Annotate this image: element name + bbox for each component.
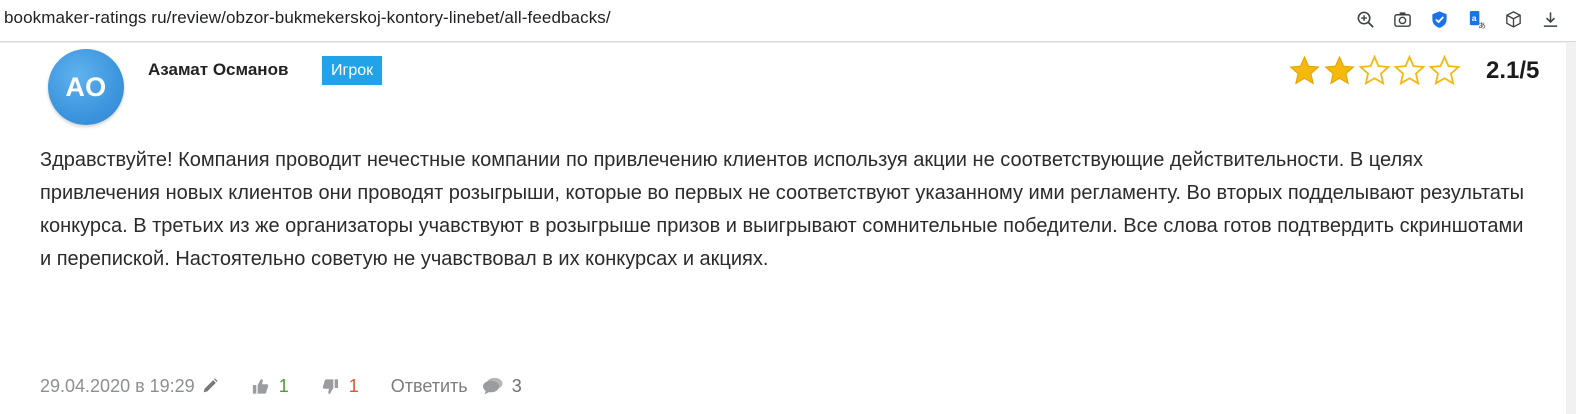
shield-icon[interactable] [1427, 7, 1451, 31]
zoom-icon[interactable] [1353, 7, 1377, 31]
thumbs-up-icon [252, 378, 268, 394]
download-icon[interactable] [1538, 7, 1562, 31]
thumbs-down-icon [322, 378, 338, 394]
translate-icon[interactable]: aあ [1464, 7, 1488, 31]
url-text[interactable]: bookmaker-ratings ru/review/obzor-bukmek… [4, 8, 611, 28]
star-empty-icon [1428, 55, 1461, 86]
comments-counter[interactable]: 3 [482, 376, 522, 397]
review-card: АО Азамат Османов Игрок 2.1/5 Здравствуй… [0, 43, 1566, 414]
dislike-button[interactable]: 1 [321, 376, 359, 397]
review-date: 29.04.2020 в 19:29 [40, 375, 195, 396]
rating-stars [1288, 55, 1461, 86]
review-footer: 29.04.2020 в 19:29 1 1 Ответить 3 [40, 373, 522, 399]
pencil-icon[interactable] [201, 377, 219, 395]
star-filled-icon [1288, 55, 1321, 86]
review-text: Здравствуйте! Компания проводит нечестны… [40, 149, 1524, 270]
reply-link[interactable]: Ответить [391, 376, 468, 397]
svg-text:あ: あ [1478, 21, 1486, 29]
likes-count: 1 [278, 375, 289, 396]
role-badge: Игрок [322, 56, 383, 85]
browser-address-bar: bookmaker-ratings ru/review/obzor-bukmek… [0, 0, 1576, 42]
box-icon[interactable] [1501, 7, 1525, 31]
comments-count: 3 [511, 375, 522, 396]
svg-text:a: a [1471, 12, 1476, 22]
browser-toolbar: aあ [1353, 7, 1562, 31]
star-filled-icon [1323, 55, 1356, 86]
avatar[interactable]: АО [48, 49, 124, 125]
rating-score: 2.1/5 [1486, 57, 1540, 84]
page-scrollbar[interactable] [1566, 43, 1576, 414]
comment-bubble-icon [482, 377, 503, 395]
author-name[interactable]: Азамат Османов [148, 60, 288, 80]
star-empty-icon [1358, 55, 1391, 86]
dislikes-count: 1 [348, 375, 359, 396]
like-button[interactable]: 1 [251, 376, 289, 397]
star-empty-icon [1393, 55, 1426, 86]
camera-icon[interactable] [1390, 7, 1414, 31]
